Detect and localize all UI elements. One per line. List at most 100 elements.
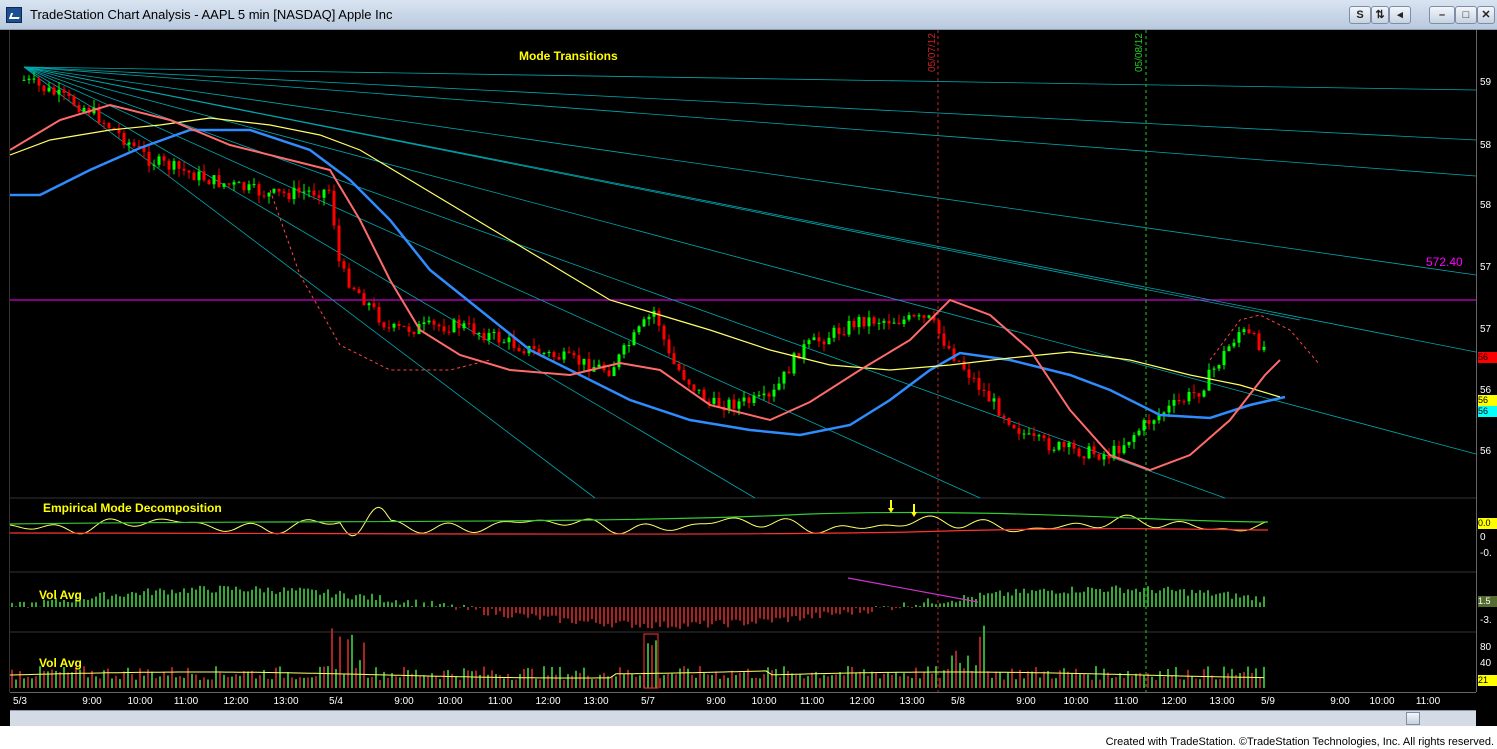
price-bar-body <box>937 320 941 334</box>
price-bar-body <box>437 324 441 327</box>
price-bar-body <box>67 92 71 97</box>
price-bar-body <box>287 192 291 200</box>
price-bar-body <box>237 182 241 184</box>
price-bar-body <box>402 325 406 327</box>
fan-line <box>23 66 1301 321</box>
emd-panel-title: Empirical Mode Decomposition <box>43 501 222 515</box>
avg-badge-yellow: 56 <box>1478 395 1497 406</box>
price-bar-body <box>1117 445 1121 454</box>
chart-area[interactable]: Mode Transitions Empirical Mode Decompos… <box>10 30 1476 692</box>
price-bar-body <box>22 79 26 81</box>
price-axis[interactable]: 59 58 58 57 57 56 56 56 56 56 0.0 0 -0. … <box>1476 30 1497 692</box>
price-bar-body <box>1207 369 1211 391</box>
price-bar-body <box>742 397 746 402</box>
price-bar-body <box>572 352 576 356</box>
footer: Created with TradeStation. ©TradeStation… <box>0 726 1497 749</box>
close-button[interactable]: ✕ <box>1477 6 1495 24</box>
maximize-button[interactable]: □ <box>1455 6 1477 24</box>
price-bar-body <box>772 389 776 397</box>
menu-arrow-icon[interactable]: ◂ <box>1389 6 1411 24</box>
price-bar-body <box>377 307 381 323</box>
chart-canvas[interactable] <box>10 30 1476 692</box>
price-bar-body <box>97 107 101 123</box>
price-bar-body <box>317 195 321 198</box>
fan-line <box>23 66 1476 353</box>
price-bar-body <box>542 352 546 354</box>
price-bar-body <box>1137 430 1141 436</box>
price-bar-body <box>217 175 221 187</box>
price-bar-body <box>277 188 281 192</box>
price-bar-body <box>862 316 866 327</box>
price-panel-title: Mode Transitions <box>519 49 618 63</box>
chart-left-border <box>0 30 10 692</box>
price-bar-body <box>597 364 601 367</box>
fan-line <box>23 66 756 499</box>
time-tick-label: 13:00 <box>1209 696 1235 707</box>
fan-line <box>23 66 981 499</box>
price-bar-body <box>517 347 521 352</box>
sort-icon[interactable]: ⇅ <box>1371 6 1389 24</box>
price-bar-body <box>247 184 251 191</box>
symbol-link-button[interactable]: S <box>1349 6 1371 24</box>
date-marker-label: 05/08/12 <box>1134 33 1145 72</box>
price-bar-body <box>917 315 921 317</box>
price-bar-body <box>1142 420 1146 431</box>
time-tick-label: 11:00 <box>173 696 199 707</box>
price-bar-body <box>612 367 616 377</box>
price-bar-body <box>207 180 211 185</box>
price-bar-body <box>77 105 81 112</box>
price-bar-body <box>422 322 426 325</box>
price-bar-body <box>1087 446 1091 459</box>
scroll-thumb[interactable] <box>1406 712 1420 725</box>
horizontal-scrollbar[interactable] <box>10 710 1476 726</box>
emd-value-badge: 0.0 <box>1478 518 1497 529</box>
volume-trend-line <box>847 577 979 603</box>
price-bar-body <box>52 87 56 95</box>
price-bar-body <box>752 395 756 404</box>
price-bar-body <box>552 352 556 357</box>
price-bar-body <box>1042 435 1046 439</box>
price-bar-body <box>1242 329 1246 333</box>
price-bar-body <box>412 332 416 334</box>
price-bar-body <box>1232 342 1236 347</box>
price-bar-body <box>902 319 906 325</box>
price-bar-body <box>672 353 676 364</box>
price-bar-body <box>1012 424 1016 429</box>
price-bar-body <box>1002 415 1006 419</box>
transition-arrow-icon <box>911 512 917 517</box>
price-bar-body <box>782 371 786 384</box>
price-bar-body <box>497 331 501 343</box>
price-bar-body <box>1187 392 1191 402</box>
horizontal-line-label: 572.40 <box>1426 255 1463 269</box>
price-bar-body <box>522 351 526 354</box>
price-bar-body <box>447 331 451 333</box>
price-bar-body <box>1082 456 1086 459</box>
time-axis[interactable]: 5/3 9:00 10:00 11:00 12:00 13:00 5/4 9:00 10:00 1… <box>10 692 1476 710</box>
price-bar-body <box>907 315 911 320</box>
time-tick-label: 11:00 <box>1415 696 1441 707</box>
price-bar-body <box>887 320 891 324</box>
moving-average-yellow <box>10 117 1281 398</box>
price-bar-body <box>122 132 126 145</box>
price-bar-body <box>787 371 791 374</box>
price-bar-body <box>272 188 276 193</box>
minimize-button[interactable]: – <box>1429 6 1455 24</box>
price-bar-body <box>1132 435 1136 442</box>
vol-badge: 1.5 <box>1478 596 1497 607</box>
price-bar-body <box>1037 435 1041 437</box>
price-tick-label: 58 <box>1480 200 1492 211</box>
price-bar-body <box>1102 454 1106 460</box>
time-tick-label: 10:00 <box>127 696 153 707</box>
cycle-curve <box>269 189 491 371</box>
price-bar-body <box>1072 442 1076 449</box>
price-bar-body <box>1032 433 1036 436</box>
price-bar-body <box>867 317 871 327</box>
price-bar-body <box>472 323 476 335</box>
time-tick-label: 10:00 <box>1063 696 1089 707</box>
price-bar-body <box>457 319 461 329</box>
price-bar-body <box>667 339 671 354</box>
fan-line <box>23 66 1476 455</box>
title-bar: TradeStation Chart Analysis - AAPL 5 min… <box>0 0 1497 30</box>
time-tick-label: 12:00 <box>849 696 875 707</box>
price-bar-body <box>977 377 981 390</box>
